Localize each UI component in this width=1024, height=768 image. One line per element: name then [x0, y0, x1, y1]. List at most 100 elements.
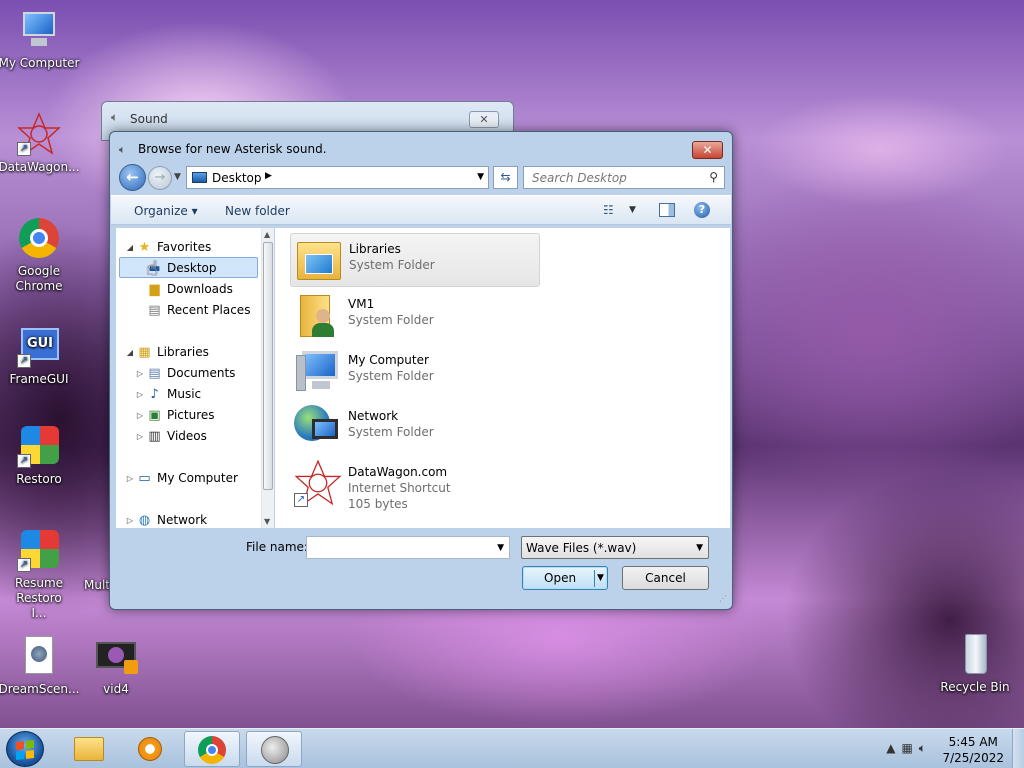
file-name: VM1	[348, 297, 375, 311]
sound-window-title: Sound	[130, 112, 168, 126]
view-dropdown-icon[interactable]: ▼	[629, 205, 636, 215]
new-folder-button[interactable]: New folder	[225, 204, 290, 218]
file-item-datawagon[interactable]: ↗ DataWagon.com Internet Shortcut 105 by…	[290, 457, 540, 517]
desktop-icon-label: vid4	[103, 682, 129, 696]
file-item-network[interactable]: Network System Folder	[290, 401, 540, 455]
open-label: Open	[544, 571, 577, 585]
start-button[interactable]	[6, 731, 44, 767]
forward-arrow-icon: →	[154, 170, 166, 185]
desktop-icon-restoro[interactable]: ↗ Restoro	[0, 424, 81, 487]
file-list: Libraries System Folder VM1 System Folde…	[275, 228, 730, 528]
open-options-dropdown-icon[interactable]: ▼	[597, 573, 604, 583]
nav-item-label: Recent Places	[167, 303, 251, 317]
address-bar[interactable]: Desktop ▶ ▼	[186, 166, 489, 189]
desktop-icon-label: Resume Restoro I...	[14, 576, 64, 620]
network-icon: ◍	[138, 513, 151, 528]
file-size: 105 bytes	[348, 497, 408, 511]
taskbar-media-player-button[interactable]	[122, 731, 178, 767]
address-dropdown-icon[interactable]: ▼	[477, 172, 484, 182]
nav-item-label: Music	[167, 387, 202, 401]
file-type-dropdown-icon: ▼	[696, 543, 703, 553]
back-button[interactable]: ←	[119, 164, 146, 191]
file-type-select[interactable]: Wave Files (*.wav) ▼	[521, 536, 709, 559]
show-desktop-button[interactable]	[1012, 729, 1024, 768]
chrome-icon	[17, 216, 61, 260]
star-icon: ★	[138, 240, 151, 255]
open-button[interactable]: Open ▼	[522, 566, 608, 590]
change-view-icon[interactable]: ☷	[603, 203, 614, 217]
nav-item-label: Documents	[167, 366, 236, 380]
desktop-icon-vid4[interactable]: vid4	[74, 634, 158, 697]
windows-logo-icon	[16, 740, 34, 760]
file-item-libraries[interactable]: Libraries System Folder	[290, 233, 540, 287]
help-button[interactable]: ?	[694, 202, 710, 218]
clock[interactable]: 5:45 AM 7/25/2022	[942, 734, 1004, 766]
search-input[interactable]: Search Desktop ⚲	[523, 166, 725, 189]
browse-dialog[interactable]: 🔈︎ Browse for new Asterisk sound. ✕ ← → …	[109, 131, 733, 610]
file-type: System Folder	[348, 425, 434, 439]
clock-time: 5:45 AM	[948, 735, 998, 749]
expand-arrow-icon[interactable]: ▷	[135, 363, 145, 384]
desktop-icon-my-computer[interactable]: My Computer	[0, 8, 81, 71]
file-type: System Folder	[348, 313, 434, 327]
taskbar-sound-button[interactable]	[246, 731, 302, 767]
collapse-arrow-icon[interactable]: ◢	[125, 342, 135, 363]
shortcut-arrow-icon: ↗	[17, 454, 31, 468]
expand-arrow-icon[interactable]: ▷	[135, 405, 145, 426]
collapse-arrow-icon[interactable]: ◢	[125, 237, 135, 258]
dialog-title: Browse for new Asterisk sound.	[138, 142, 327, 156]
scroll-up-icon[interactable]: ▲	[264, 230, 270, 239]
resize-grip-icon[interactable]: ⋰	[719, 594, 727, 603]
scrollbar-thumb[interactable]	[263, 242, 273, 490]
expand-arrow-icon[interactable]: ▷	[135, 384, 145, 405]
nav-scrollbar[interactable]: ▲ ▼	[261, 228, 274, 528]
file-name-input[interactable]: ▼	[306, 536, 510, 559]
datawagon-icon: ↗	[17, 112, 61, 156]
show-hidden-icons-icon[interactable]: ▲	[886, 741, 901, 755]
desktop-icon-label: Google Chrome	[15, 264, 63, 293]
hand-cursor-icon: ☝	[146, 256, 159, 280]
computer-icon	[17, 8, 61, 52]
close-button[interactable]: ✕	[692, 141, 723, 159]
file-item-vm1[interactable]: VM1 System Folder	[290, 289, 540, 343]
scroll-down-icon[interactable]: ▼	[264, 517, 270, 526]
speaker-icon: 🔈︎	[119, 143, 126, 156]
search-icon[interactable]: ⚲	[709, 170, 718, 184]
media-player-icon	[138, 737, 162, 761]
desktop-icon-recycle-bin[interactable]: Recycle Bin	[933, 632, 1017, 695]
refresh-icon: ⇆	[500, 170, 511, 184]
network-tray-icon[interactable]: ▦	[901, 741, 918, 755]
sound-icon: 🔈︎	[111, 110, 119, 124]
desktop-icon-chrome[interactable]: Google Chrome	[0, 216, 81, 294]
file-type-value: Wave Files (*.wav)	[526, 541, 637, 555]
taskbar: ▲▦🔈︎ 5:45 AM 7/25/2022	[0, 728, 1024, 768]
forward-button[interactable]: →	[148, 166, 172, 190]
desktop-icon-label: Mult	[84, 578, 110, 592]
expand-arrow-icon[interactable]: ▷	[135, 426, 145, 447]
taskbar-explorer-button[interactable]	[62, 731, 118, 767]
refresh-button[interactable]: ⇆	[493, 166, 518, 189]
preview-pane-icon[interactable]	[659, 203, 675, 217]
sound-window-close-button[interactable]: ✕	[469, 111, 499, 128]
desktop-icon-dreamscene[interactable]: DreamScen...	[0, 634, 81, 697]
recent-locations-dropdown[interactable]: ▼	[174, 172, 181, 182]
explorer-icon	[74, 737, 104, 761]
address-location[interactable]: Desktop	[212, 171, 262, 185]
video-icon	[94, 634, 138, 678]
restoro-icon: ↗	[17, 424, 61, 468]
navigation-pane: ◢ ★ Favorites ▬ Desktop ▆ Downloads ▤ Re…	[116, 228, 274, 528]
desktop-icon-datawagon[interactable]: ↗ DataWagon...	[0, 112, 81, 175]
expand-arrow-icon[interactable]: ▷	[125, 468, 135, 489]
taskbar-chrome-button[interactable]	[184, 731, 240, 767]
volume-icon[interactable]: 🔈︎	[919, 741, 932, 755]
file-item-my-computer[interactable]: My Computer System Folder	[290, 345, 540, 399]
shortcut-arrow-icon: ↗	[294, 493, 308, 507]
desktop-icon-framegui[interactable]: GUI ↗ FrameGUI	[0, 324, 81, 387]
breadcrumb-chevron-icon[interactable]: ▶	[265, 171, 272, 181]
desktop-icon-mult-partial[interactable]: Mult	[66, 540, 110, 593]
dreamscene-icon	[17, 634, 61, 678]
cancel-button[interactable]: Cancel	[622, 566, 709, 590]
nav-item-label: Downloads	[167, 282, 233, 296]
file-name-dropdown-icon[interactable]: ▼	[497, 543, 504, 553]
organize-button[interactable]: Organize ▾	[134, 204, 198, 218]
